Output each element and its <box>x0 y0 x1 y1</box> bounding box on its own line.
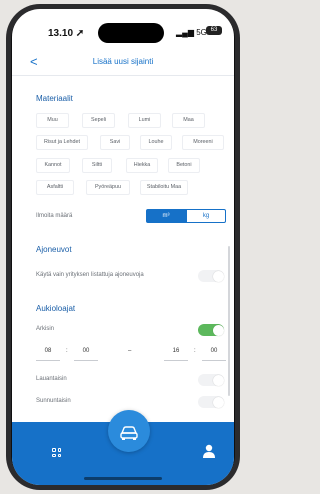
status-bar: 13.10 ➚ ▂▄▆ 5G 63 <box>12 9 234 49</box>
time-separator: : <box>194 348 196 354</box>
quantity-label: Ilmoita määrä <box>36 213 73 219</box>
toggle-knob <box>212 324 224 336</box>
material-chip[interactable]: Sepeli <box>82 113 115 128</box>
unit-kg-option[interactable]: kg <box>186 209 226 223</box>
app-screen: 13.10 ➚ ▂▄▆ 5G 63 < Lisää uusi sijainti … <box>12 9 234 485</box>
material-chip[interactable]: Stabiloitu Maa <box>140 180 188 195</box>
vehicles-title: Ajoneuvot <box>36 245 72 254</box>
toggle-knob <box>212 396 224 408</box>
car-icon <box>120 426 138 440</box>
close-minute-input[interactable]: 00 <box>202 348 226 361</box>
vehicles-label: Käytä vain yrityksen listattuja ajoneuvo… <box>36 272 144 278</box>
home-indicator <box>84 477 162 480</box>
material-chip[interactable]: Maa <box>172 113 205 128</box>
close-hour-input[interactable]: 16 <box>164 348 188 361</box>
toggle-knob <box>212 270 224 282</box>
material-chip[interactable]: Lumi <box>128 113 161 128</box>
dynamic-island <box>98 23 164 43</box>
material-chip[interactable]: Moreeni <box>182 135 224 150</box>
vehicles-toggle[interactable] <box>198 270 224 282</box>
range-separator: – <box>128 348 132 354</box>
material-chip[interactable]: Pyöreäpuu <box>86 180 130 195</box>
sunday-label: Sunnuntaisin <box>36 398 71 404</box>
toggle-knob <box>212 374 224 386</box>
weekdays-toggle[interactable] <box>198 324 224 336</box>
saturday-toggle[interactable] <box>198 374 224 386</box>
material-chip[interactable]: Kannot <box>36 158 70 173</box>
hours-title: Aukioloajat <box>36 304 76 313</box>
sunday-toggle[interactable] <box>198 396 224 408</box>
material-chip[interactable]: Hiekka <box>126 158 158 173</box>
time-separator: : <box>66 348 68 354</box>
nav-bar: < Lisää uusi sijainti <box>12 51 234 76</box>
battery-icon: 63 <box>206 26 222 35</box>
material-chip[interactable]: Louhe <box>140 135 172 150</box>
profile-icon[interactable] <box>202 444 216 458</box>
material-chip[interactable]: Betoni <box>168 158 200 173</box>
page-title: Lisää uusi sijainti <box>92 57 154 66</box>
status-time: 13.10 ➚ <box>48 28 85 39</box>
grid-icon[interactable] <box>52 448 62 458</box>
materials-title: Materiaalit <box>36 94 73 103</box>
saturday-label: Lauantaisin <box>36 376 67 382</box>
main-content: Materiaalit Muu Sepeli Lumi Maa Risut ja… <box>12 76 234 430</box>
vehicle-button[interactable] <box>108 410 150 452</box>
material-chip[interactable]: Savi <box>100 135 130 150</box>
weekdays-label: Arkisin <box>36 326 55 332</box>
material-chip[interactable]: Muu <box>36 113 69 128</box>
material-chip[interactable]: Asfaltti <box>36 180 74 195</box>
signal-icon: ▂▄▆ 5G <box>176 28 207 37</box>
open-minute-input[interactable]: 00 <box>74 348 98 361</box>
material-chip[interactable]: Risut ja Lehdet <box>36 135 88 150</box>
open-hour-input[interactable]: 08 <box>36 348 60 361</box>
material-chip[interactable]: Siltti <box>82 158 112 173</box>
scrollbar[interactable] <box>228 246 230 396</box>
unit-m3-option[interactable]: m³ <box>146 209 186 223</box>
